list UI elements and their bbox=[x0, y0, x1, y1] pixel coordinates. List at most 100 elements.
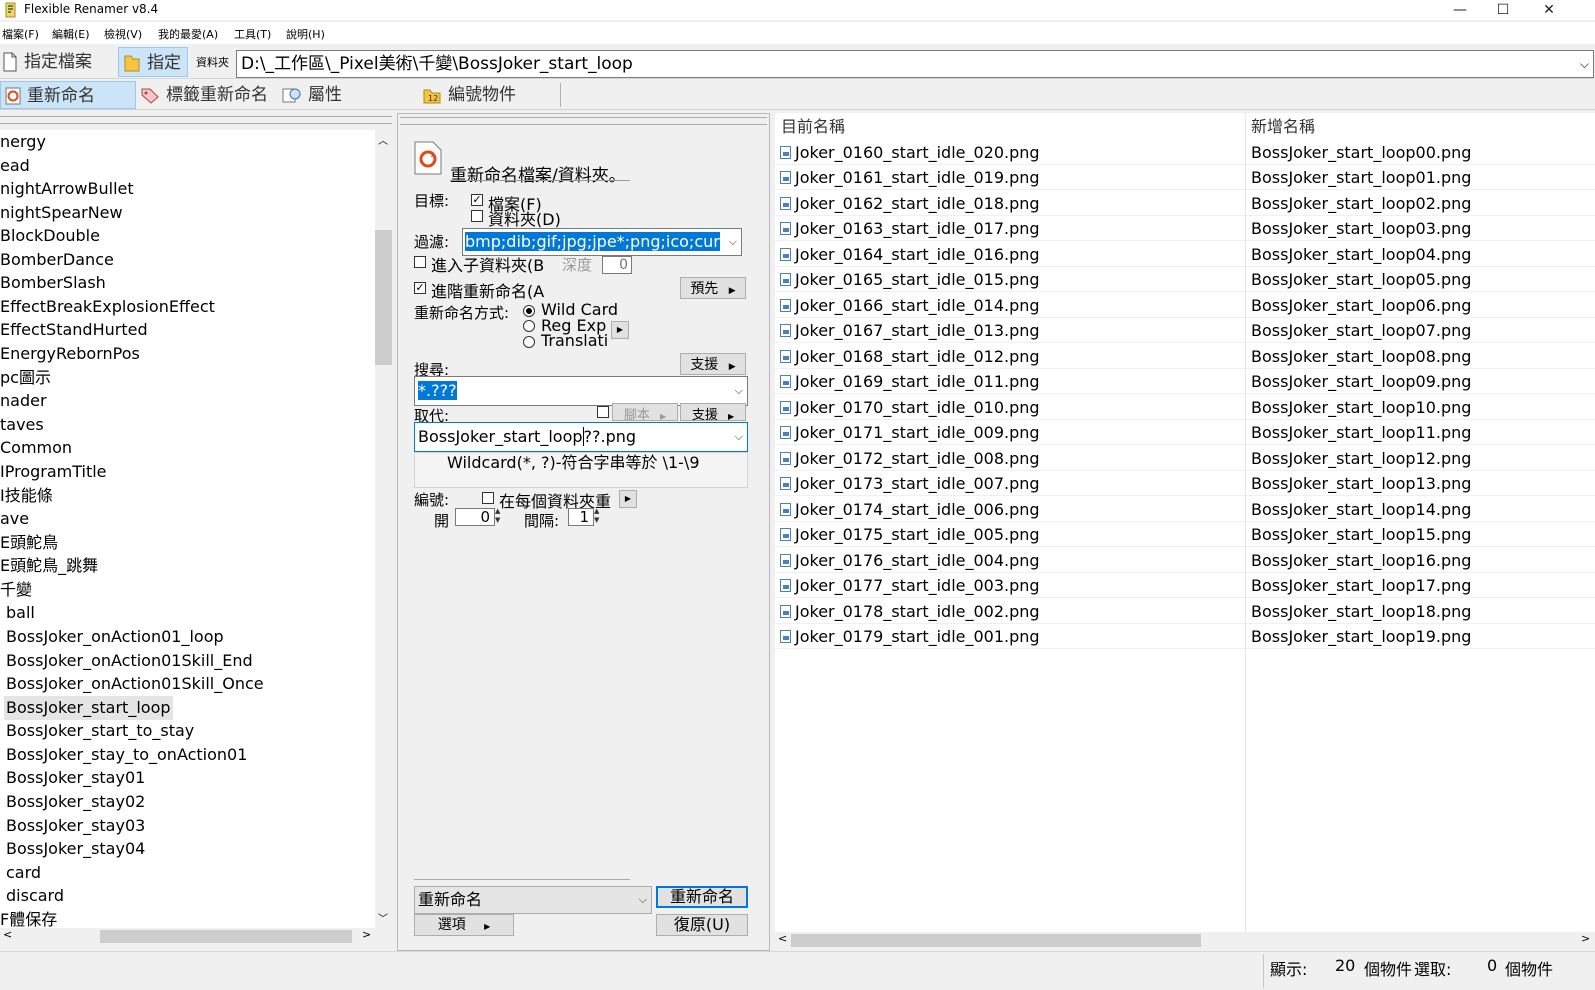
tree-item[interactable]: 千變 bbox=[0, 578, 32, 602]
depth-input[interactable]: 0 bbox=[602, 256, 632, 274]
menu-favorites[interactable]: 我的最愛(A) bbox=[158, 26, 218, 42]
specify-files-button[interactable]: 指定檔案 bbox=[2, 47, 116, 77]
chevron-down-icon[interactable]: ⌵ bbox=[735, 377, 743, 405]
per-folder-checkbox[interactable] bbox=[482, 492, 494, 504]
start-input[interactable]: 0 bbox=[455, 508, 495, 526]
tree-item[interactable]: E頭鮀鳥_跳舞 bbox=[0, 554, 98, 578]
replace-input[interactable]: BossJoker_start_loop??.png ⌵ bbox=[414, 422, 748, 452]
tree-item[interactable]: EffectBreakExplosionEffect bbox=[0, 295, 215, 319]
tree-item[interactable]: IProgramTitle bbox=[0, 460, 107, 484]
tab-tag-rename[interactable]: 標籤重新命名 bbox=[140, 81, 280, 109]
preset-button[interactable]: 預先 ▶ bbox=[680, 277, 746, 299]
chevron-down-icon[interactable]: ⌵ bbox=[1580, 51, 1589, 77]
tab-numbering[interactable]: 12 編號物件 bbox=[422, 81, 542, 109]
advanced-checkbox[interactable]: ✓ bbox=[414, 282, 426, 294]
list-row[interactable]: Joker_0168_start_idle_012.png BossJoker_s… bbox=[775, 344, 1595, 369]
tree-horizontal-scrollbar[interactable]: < > bbox=[0, 928, 375, 945]
method-regexp-radio[interactable] bbox=[523, 320, 535, 332]
method-translation-radio[interactable] bbox=[523, 336, 535, 348]
list-row[interactable]: Joker_0172_start_idle_008.png BossJoker_s… bbox=[775, 446, 1595, 471]
method-wildcard-radio[interactable] bbox=[523, 305, 535, 317]
list-row[interactable]: Joker_0165_start_idle_015.png BossJoker_s… bbox=[775, 267, 1595, 292]
tree-child-item[interactable]: BossJoker_start_to_stay bbox=[6, 719, 194, 743]
column-header-current[interactable]: 目前名稱 bbox=[781, 115, 845, 139]
tree-item[interactable]: ead bbox=[0, 154, 30, 178]
tree-child-item[interactable]: ball bbox=[6, 601, 35, 625]
list-row[interactable]: Joker_0167_start_idle_013.png BossJoker_s… bbox=[775, 318, 1595, 343]
tree-child-item[interactable]: BossJoker_onAction01Skill_Once bbox=[6, 672, 264, 696]
minimize-button[interactable]: — bbox=[1437, 0, 1483, 20]
tree-child-item[interactable]: BossJoker_onAction01Skill_End bbox=[6, 649, 253, 673]
scrollbar-thumb[interactable] bbox=[791, 934, 1201, 947]
menu-help[interactable]: 說明(H) bbox=[286, 26, 325, 42]
tree-item[interactable]: EnergyRebornPos bbox=[0, 342, 140, 366]
tree-child-item[interactable]: discard bbox=[6, 884, 64, 908]
search-support-button[interactable]: 支援 ▶ bbox=[680, 353, 746, 375]
tree-child-item[interactable]: BossJoker_stay01 bbox=[6, 766, 145, 790]
tree-child-item[interactable]: card bbox=[6, 861, 41, 885]
tree-vertical-scrollbar[interactable]: ︿ ﹀ bbox=[375, 130, 392, 930]
file-list[interactable]: 目前名稱 新增名稱 Joker_0160_start_idle_020.png B… bbox=[775, 113, 1595, 933]
interval-input[interactable]: 1 bbox=[568, 508, 594, 526]
tree-item[interactable]: nader bbox=[0, 389, 47, 413]
list-row[interactable]: Joker_0177_start_idle_003.png BossJoker_s… bbox=[775, 573, 1595, 598]
tree-item[interactable]: F體保存 bbox=[0, 908, 57, 930]
scroll-up-icon[interactable]: ︿ bbox=[378, 132, 388, 147]
chevron-down-icon[interactable]: ⌵ bbox=[639, 887, 647, 913]
list-row[interactable]: Joker_0178_start_idle_002.png BossJoker_s… bbox=[775, 599, 1595, 624]
script-button[interactable]: 腳本 ▶ bbox=[612, 403, 678, 423]
tree-item[interactable]: EffectStandHurted bbox=[0, 318, 148, 342]
list-row[interactable]: Joker_0166_start_idle_014.png BossJoker_s… bbox=[775, 293, 1595, 318]
chevron-down-icon[interactable]: ⌵ bbox=[735, 423, 743, 451]
tree-child-item-selected[interactable]: BossJoker_start_loop bbox=[4, 696, 173, 720]
search-input[interactable]: *.??? ⌵ bbox=[414, 376, 748, 406]
list-row[interactable]: Joker_0176_start_idle_004.png BossJoker_s… bbox=[775, 548, 1595, 573]
list-row[interactable]: Joker_0171_start_idle_009.png BossJoker_s… bbox=[775, 420, 1595, 445]
folder-tree[interactable]: nergy ead nightArrowBullet nightSpearNew… bbox=[0, 130, 375, 930]
tree-child-item[interactable]: BossJoker_stay04 bbox=[6, 837, 145, 861]
folder-path-input[interactable]: D:\_工作區\_Pixel美術\千變\BossJoker_start_loop… bbox=[236, 50, 1594, 78]
maximize-button[interactable]: ☐ bbox=[1480, 0, 1526, 20]
list-row[interactable]: Joker_0163_start_idle_017.png BossJoker_s… bbox=[775, 216, 1595, 241]
menu-edit[interactable]: 編輯(E) bbox=[52, 26, 90, 42]
subfolders-checkbox[interactable] bbox=[414, 256, 426, 268]
tree-item[interactable]: BomberDance bbox=[0, 248, 114, 272]
column-divider[interactable] bbox=[1245, 113, 1246, 933]
script-checkbox[interactable] bbox=[597, 406, 609, 418]
list-row[interactable]: Joker_0175_start_idle_005.png BossJoker_s… bbox=[775, 522, 1595, 547]
specify-folder-button[interactable]: 指定 bbox=[118, 47, 188, 77]
list-horizontal-scrollbar[interactable]: < > bbox=[775, 932, 1595, 949]
method-options-button[interactable]: ▶ bbox=[611, 321, 629, 339]
tree-child-item[interactable]: BossJoker_onAction01_loop bbox=[6, 625, 224, 649]
menu-view[interactable]: 檢視(V) bbox=[104, 26, 142, 42]
list-row[interactable]: Joker_0161_start_idle_019.png BossJoker_s… bbox=[775, 165, 1595, 190]
menu-tools[interactable]: 工具(T) bbox=[234, 26, 271, 42]
tab-rename[interactable]: 重新命名 bbox=[0, 81, 136, 109]
tree-item[interactable]: nergy bbox=[0, 130, 46, 154]
list-row[interactable]: Joker_0173_start_idle_007.png BossJoker_s… bbox=[775, 471, 1595, 496]
action-select[interactable]: 重新命名 ⌵ bbox=[414, 886, 652, 914]
close-button[interactable]: ✕ bbox=[1526, 0, 1572, 20]
panel-splitter[interactable] bbox=[400, 117, 767, 125]
tab-attributes[interactable]: 屬性 bbox=[282, 81, 362, 109]
undo-button[interactable]: 復原(U) bbox=[656, 914, 748, 936]
list-row[interactable]: Joker_0179_start_idle_001.png BossJoker_s… bbox=[775, 624, 1595, 649]
tree-item[interactable]: E頭鮀鳥 bbox=[0, 531, 58, 555]
scroll-left-icon[interactable]: < bbox=[3, 928, 12, 941]
scroll-right-icon[interactable]: > bbox=[1581, 932, 1590, 945]
tree-item[interactable]: Common bbox=[0, 436, 72, 460]
tree-item[interactable]: pc圖示 bbox=[0, 366, 51, 390]
scrollbar-thumb[interactable] bbox=[100, 930, 352, 943]
list-row[interactable]: Joker_0160_start_idle_020.png BossJoker_s… bbox=[775, 140, 1595, 165]
list-row[interactable]: Joker_0162_start_idle_018.png BossJoker_s… bbox=[775, 191, 1595, 216]
target-folders-checkbox[interactable] bbox=[471, 210, 483, 222]
scroll-left-icon[interactable]: < bbox=[778, 932, 787, 945]
numbering-options-button[interactable]: ▶ bbox=[619, 490, 637, 508]
list-row[interactable]: Joker_0164_start_idle_016.png BossJoker_s… bbox=[775, 242, 1595, 267]
scroll-right-icon[interactable]: > bbox=[362, 928, 371, 941]
tree-item[interactable]: nightSpearNew bbox=[0, 201, 123, 225]
list-row[interactable]: Joker_0170_start_idle_010.png BossJoker_s… bbox=[775, 395, 1595, 420]
options-button[interactable]: 選項 ▶ bbox=[414, 914, 514, 936]
column-header-new[interactable]: 新增名稱 bbox=[1251, 115, 1315, 139]
menu-file[interactable]: 檔案(F) bbox=[2, 26, 39, 42]
